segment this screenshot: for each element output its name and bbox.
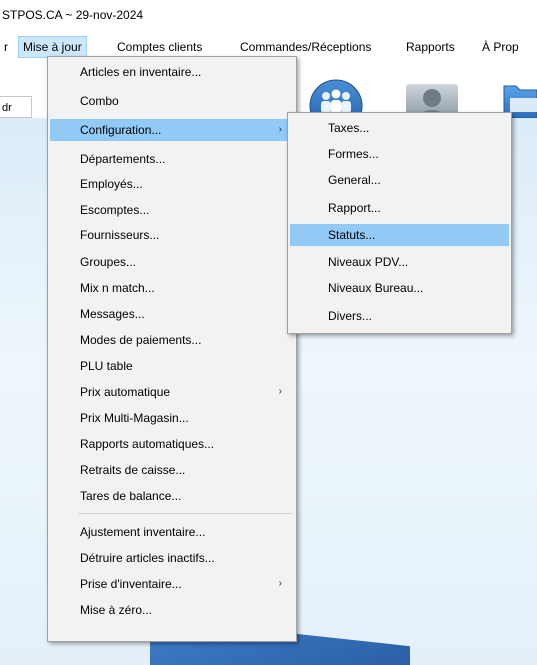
menu-item-mise-a-zero[interactable]: Mise à zéro... [50, 599, 294, 621]
menubar-item-mise-a-jour[interactable]: Mise à jour [18, 36, 87, 58]
configuration-submenu: Taxes... Formes... General... Rapport...… [287, 112, 512, 334]
menu-bar: r Mise à jour Comptes clients Commandes/… [0, 30, 537, 58]
menu-item-departements[interactable]: Départements... [50, 148, 294, 170]
menu-item-fournisseurs[interactable]: Fournisseurs... [50, 224, 294, 246]
menubar-item-a-propos[interactable]: À Prop [480, 38, 521, 56]
menu-item-configuration-label: Configuration... [80, 123, 162, 137]
menu-item-escomptes[interactable]: Escomptes... [50, 199, 294, 221]
submenu-item-divers[interactable]: Divers... [290, 305, 509, 327]
menubar-item-rapports[interactable]: Rapports [404, 38, 457, 56]
mise-a-jour-menu: Articles en inventaire... Combo Configur… [47, 56, 297, 642]
chevron-right-icon: › [278, 124, 282, 135]
menu-item-retraits-caisse[interactable]: Retraits de caisse... [50, 459, 294, 481]
menu-item-prix-automatique-label: Prix automatique [80, 385, 171, 399]
menu-item-detruire-articles-inactifs[interactable]: Détruire articles inactifs... [50, 547, 294, 569]
menubar-item-commandes-receptions[interactable]: Commandes/Réceptions [238, 38, 373, 56]
menu-item-employes[interactable]: Employés... [50, 173, 294, 195]
menu-item-ajustement-inventaire[interactable]: Ajustement inventaire... [50, 521, 294, 543]
address-field[interactable]: dr [0, 96, 32, 118]
submenu-item-niveaux-bureau[interactable]: Niveaux Bureau... [290, 277, 509, 299]
submenu-item-general[interactable]: General... [290, 169, 509, 191]
menu-item-prix-multi-magasin[interactable]: Prix Multi-Magasin... [50, 407, 294, 429]
menu-item-prise-inventaire-label: Prise d'inventaire... [80, 577, 182, 591]
menu-item-groupes[interactable]: Groupes... [50, 251, 294, 273]
menubar-item-partial[interactable]: r [2, 38, 10, 56]
menu-item-rapports-automatiques[interactable]: Rapports automatiques... [50, 433, 294, 455]
submenu-item-taxes[interactable]: Taxes... [290, 117, 509, 139]
chevron-right-icon: › [278, 578, 282, 589]
submenu-item-rapport[interactable]: Rapport... [290, 197, 509, 219]
menu-item-configuration[interactable]: Configuration... › [50, 119, 294, 141]
submenu-item-niveaux-pdv[interactable]: Niveaux PDV... [290, 251, 509, 273]
menu-item-combo[interactable]: Combo [50, 90, 294, 112]
window-title: STPOS.CA ~ 29-nov-2024 [2, 8, 144, 22]
menubar-item-comptes-clients[interactable]: Comptes clients [115, 38, 204, 56]
menu-item-modes-paiements[interactable]: Modes de paiements... [50, 329, 294, 351]
menu-separator [78, 513, 292, 514]
title-bar: STPOS.CA ~ 29-nov-2024 [0, 0, 537, 30]
menu-item-mix-n-match[interactable]: Mix n match... [50, 277, 294, 299]
submenu-item-formes[interactable]: Formes... [290, 143, 509, 165]
menu-item-tares-balance[interactable]: Tares de balance... [50, 485, 294, 507]
menu-item-prise-inventaire[interactable]: Prise d'inventaire... › [50, 573, 294, 595]
menu-item-plu-table[interactable]: PLU table [50, 355, 294, 377]
submenu-item-statuts[interactable]: Statuts... [290, 224, 509, 246]
menu-item-prix-automatique[interactable]: Prix automatique › [50, 381, 294, 403]
chevron-right-icon: › [278, 386, 282, 397]
menu-item-messages[interactable]: Messages... [50, 303, 294, 325]
menu-item-articles-inventaire[interactable]: Articles en inventaire... [50, 61, 294, 83]
